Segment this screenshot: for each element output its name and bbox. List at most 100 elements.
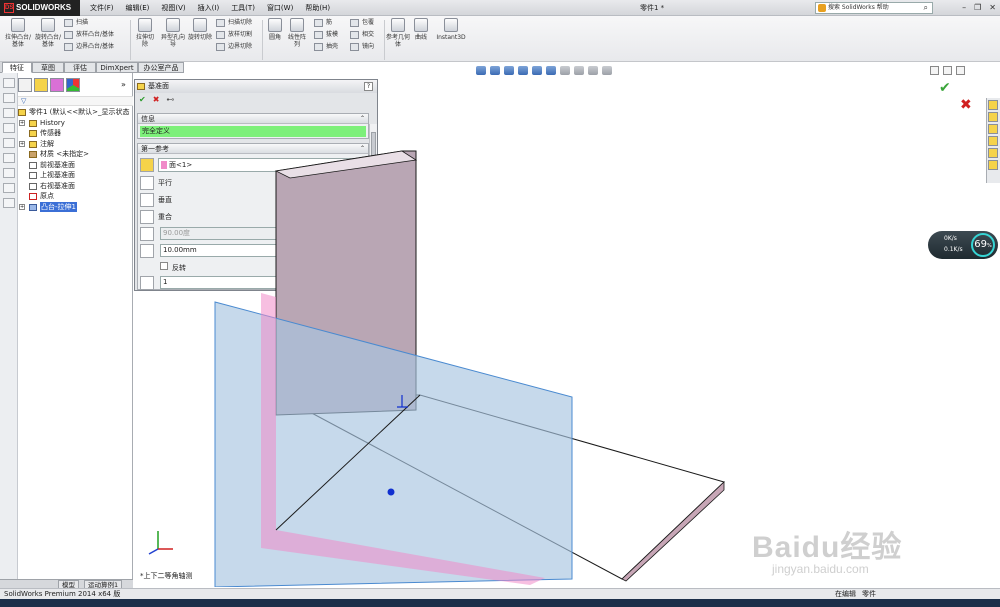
tool-icon[interactable]: [3, 93, 15, 103]
help-search-input[interactable]: 搜索 SolidWorks 帮助 ⌕: [815, 2, 933, 14]
custom-properties-icon[interactable]: [988, 160, 998, 170]
filter-icon: ▽: [21, 97, 27, 105]
close-icon[interactable]: ✕: [989, 0, 996, 16]
loft-boss-button[interactable]: 放样凸台/基体: [64, 30, 114, 40]
display-manager-icon[interactable]: [66, 78, 80, 92]
tool-icon[interactable]: [3, 138, 15, 148]
expand-icon[interactable]: +: [19, 203, 25, 210]
tool-icon[interactable]: [3, 108, 15, 118]
tree-item-origin[interactable]: 原点: [18, 191, 133, 202]
menu-file[interactable]: 文件(F): [84, 0, 120, 16]
instant3d-button[interactable]: Instant3D: [434, 18, 468, 41]
curves-button[interactable]: 曲线: [412, 18, 430, 41]
fillet-button[interactable]: 圆角: [266, 18, 284, 41]
annotation-icon: [29, 140, 37, 148]
menu-help[interactable]: 帮助(H): [299, 0, 336, 16]
tab-evaluate[interactable]: 评估: [64, 62, 96, 73]
linear-pattern-icon: [290, 18, 304, 32]
edit-appearance-icon[interactable]: [574, 66, 584, 75]
wrap-button[interactable]: 包覆: [350, 18, 374, 28]
rib-button[interactable]: 筋: [314, 18, 332, 28]
tree-item-right-plane[interactable]: 右视基准面: [18, 181, 133, 192]
tree-item-history[interactable]: + History: [18, 118, 133, 129]
tool-icon[interactable]: [3, 153, 15, 163]
menu-edit[interactable]: 编辑(E): [120, 0, 156, 16]
os-taskbar: [0, 599, 1000, 607]
tab-sketch[interactable]: 草图: [32, 62, 64, 73]
zoom-to-fit-icon[interactable]: [476, 66, 486, 75]
property-manager-icon[interactable]: [34, 78, 48, 92]
revolved-cut-button[interactable]: 旋转切除: [188, 18, 212, 41]
confirm-cancel-icon[interactable]: ✖: [960, 97, 972, 113]
viewport-restore-icon[interactable]: [943, 66, 952, 75]
intersect-button[interactable]: 相交: [350, 30, 374, 40]
curve-icon: [414, 18, 428, 32]
tab-dimxpert[interactable]: DimXpert: [96, 62, 138, 73]
expand-icon[interactable]: +: [19, 119, 25, 126]
feature-manager-icon[interactable]: [18, 78, 32, 92]
menu-view[interactable]: 视图(V): [155, 0, 191, 16]
loft-icon: [64, 31, 73, 39]
menu-window[interactable]: 窗口(W): [261, 0, 299, 16]
hole-wizard-button[interactable]: 异型孔向导: [160, 18, 186, 48]
revolved-boss-button[interactable]: 旋转凸台/基体: [34, 18, 62, 48]
configuration-manager-icon[interactable]: [50, 78, 64, 92]
search-icon[interactable]: ⌕: [924, 3, 928, 13]
material-icon: [29, 151, 37, 158]
tree-item-top-plane[interactable]: 上视基准面: [18, 170, 133, 181]
tree-item-front-plane[interactable]: 前视基准面: [18, 160, 133, 171]
boundary-boss-button[interactable]: 边界凸台/基体: [64, 42, 114, 52]
confirm-ok-icon[interactable]: ✔: [939, 80, 951, 96]
boundary-cut-button[interactable]: 边界切除: [216, 42, 252, 52]
plane-handle[interactable]: [387, 488, 395, 496]
tool-icon[interactable]: [3, 123, 15, 133]
tree-filter[interactable]: ▽: [18, 96, 133, 106]
tree-root[interactable]: 零件1 (默认<<默认>_显示状态: [18, 107, 133, 118]
draft-button[interactable]: 拔模: [314, 30, 338, 40]
memory-percent: 69%: [971, 233, 995, 257]
zoom-area-icon[interactable]: [490, 66, 500, 75]
bottom-tabs: 模型 运动算例1: [0, 579, 133, 589]
menu-tools[interactable]: 工具(T): [225, 0, 261, 16]
lofted-cut-button[interactable]: 放样切割: [216, 30, 252, 40]
extruded-boss-button[interactable]: 拉伸凸台/基体: [4, 18, 32, 48]
tool-icon[interactable]: [3, 183, 15, 193]
file-explorer-icon[interactable]: [988, 124, 998, 134]
expand-icon[interactable]: +: [19, 140, 25, 147]
mirror-button[interactable]: 镜向: [350, 42, 374, 52]
section-view-icon[interactable]: [518, 66, 528, 75]
tool-icon[interactable]: [3, 198, 15, 208]
menu-insert[interactable]: 插入(I): [192, 0, 226, 16]
tree-item-annotations[interactable]: + 注解: [18, 139, 133, 150]
view-orientation-icon[interactable]: [532, 66, 542, 75]
view-settings-icon[interactable]: [602, 66, 612, 75]
previous-view-icon[interactable]: [504, 66, 514, 75]
title-bar: DS SOLIDWORKS 文件(F) 编辑(E) 视图(V) 插入(I) 工具(…: [0, 0, 1000, 16]
tree-item-material[interactable]: 材质 <未指定>: [18, 149, 133, 160]
graphics-area[interactable]: [134, 62, 1000, 587]
tree-item-sensors[interactable]: 传感器: [18, 128, 133, 139]
appearances-icon[interactable]: [988, 148, 998, 158]
tree-item-extrude1[interactable]: + 凸台-拉伸1: [18, 201, 133, 212]
minimize-icon[interactable]: –: [962, 0, 966, 16]
swept-cut-button[interactable]: 扫描切除: [216, 18, 252, 28]
shell-button[interactable]: 抽壳: [314, 42, 338, 52]
tool-icon[interactable]: [3, 168, 15, 178]
chevron-right-icon[interactable]: »: [121, 80, 126, 89]
tab-features[interactable]: 特征: [2, 62, 32, 73]
hide-show-icon[interactable]: [560, 66, 570, 75]
boundary-icon: [64, 43, 73, 51]
resources-icon[interactable]: [988, 100, 998, 110]
linear-pattern-button[interactable]: 线性阵列: [286, 18, 308, 48]
viewport-minimize-icon[interactable]: [930, 66, 939, 75]
scene-icon[interactable]: [588, 66, 598, 75]
sweep-button[interactable]: 扫描: [64, 18, 88, 28]
design-library-icon[interactable]: [988, 112, 998, 122]
tool-icon[interactable]: [3, 78, 15, 88]
reference-geometry-button[interactable]: 参考几何体: [386, 18, 410, 48]
view-palette-icon[interactable]: [988, 136, 998, 146]
viewport-close-icon[interactable]: [956, 66, 965, 75]
restore-icon[interactable]: ❐: [974, 0, 981, 16]
display-style-icon[interactable]: [546, 66, 556, 75]
extruded-cut-button[interactable]: 拉伸切除: [134, 18, 156, 48]
